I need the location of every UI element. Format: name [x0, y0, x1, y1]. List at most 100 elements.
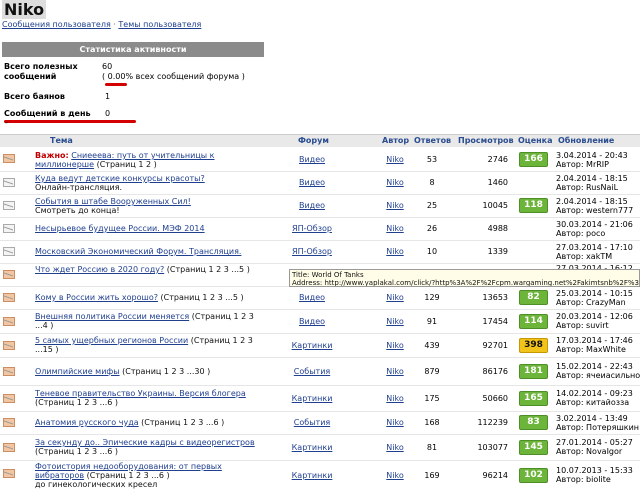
topic-link[interactable]: 5 самых ущербных регионов России [35, 336, 188, 345]
user-messages-link[interactable]: Сообщения пользователя [2, 20, 111, 29]
topic-pages[interactable]: (Страниц 1 2 3 ...6 ) [35, 447, 118, 456]
forum-link[interactable]: Картинки [272, 471, 352, 480]
page-title: Niko [2, 0, 47, 19]
topic-link[interactable]: Московский Экономический Форум. Трансляц… [35, 247, 241, 256]
author-link[interactable]: Niko [378, 471, 412, 480]
author-link[interactable]: Niko [378, 367, 412, 376]
topic-pages[interactable]: (Страниц 1 2 3 ...30 ) [122, 367, 210, 376]
last-update-author[interactable]: Автор: Потеряшкин [556, 423, 640, 432]
last-update: 10.07.2013 - 15:33 Автор: biolite [556, 466, 640, 484]
score-badge[interactable]: 114 [519, 314, 548, 329]
breadcrumb-separator: · [113, 20, 116, 29]
col-answers[interactable]: Ответов [414, 136, 451, 145]
topic-pages[interactable]: (Страниц 1 2 3 ...6 ) [35, 398, 118, 407]
score-badge[interactable]: 118 [519, 198, 548, 213]
col-views[interactable]: Просмотров [458, 136, 514, 145]
last-update-date: 14.02.2014 - 09:23 [556, 389, 633, 398]
last-update: 2.04.2014 - 18:15 Автор: RusNaiL [556, 174, 640, 192]
useful-messages-label: Всего полезных сообщений [4, 62, 78, 81]
col-topic[interactable]: Тема [50, 136, 73, 145]
topic-pages[interactable]: (Страниц 1 2 3 ...6 ) [141, 418, 224, 427]
score-badge[interactable]: 398 [519, 338, 548, 353]
topic-link[interactable]: Внешняя политика России меняется [35, 312, 189, 321]
col-forum[interactable]: Форум [298, 136, 329, 145]
col-score[interactable]: Оценка [518, 136, 553, 145]
topic-link[interactable]: Кому в России жить хорошо? [35, 293, 158, 302]
forum-link[interactable]: Картинки [272, 341, 352, 350]
activity-stats-header: Статистика активности [2, 42, 264, 57]
score-badge[interactable]: 82 [519, 290, 548, 305]
score-badge[interactable]: 181 [519, 364, 548, 379]
author-link[interactable]: Niko [378, 341, 412, 350]
last-update-date: 25.03.2014 - 10:15 [556, 289, 633, 298]
score-badge[interactable]: 102 [519, 468, 548, 483]
last-update-author[interactable]: Автор: MrRIP [556, 160, 640, 169]
percent-underline [105, 83, 127, 86]
envelope-icon [3, 293, 15, 302]
score-badge[interactable]: 145 [519, 440, 548, 455]
topic-link[interactable]: Олимпийские мифы [35, 367, 120, 376]
user-topics-link[interactable]: Темы пользователя [118, 20, 201, 29]
score-badge[interactable]: 165 [519, 391, 548, 406]
last-update-author[interactable]: Автор: western777 [556, 206, 640, 215]
topic-link[interactable]: Теневое правительство Украины. Версия бл… [35, 389, 246, 398]
last-update: 14.02.2014 - 09:23 Автор: китайозза [556, 389, 640, 407]
last-update-author[interactable]: Автор: NovaIgor [556, 447, 640, 456]
forum-link[interactable]: Картинки [272, 394, 352, 403]
breadcrumb: Сообщения пользователя · Темы пользовате… [2, 20, 201, 29]
last-update: 15.02.2014 - 22:43 Автор: ячеиасильнолпа… [556, 362, 640, 380]
topic-pages[interactable]: (Страниц 1 2 3 ...5 ) [161, 293, 244, 302]
last-update-author[interactable]: Автор: ячеиасильнолпакала [556, 371, 640, 380]
topic-pages[interactable]: (Страниц 1 2 3 ...6 ) [87, 471, 170, 480]
stats-dash: - [5, 118, 8, 127]
score-badge[interactable]: 83 [519, 415, 548, 430]
col-author[interactable]: Автор [382, 136, 409, 145]
topic-link[interactable]: События в штабе Вооруженных Сил! [35, 197, 191, 206]
per-day-value: 0 [105, 109, 111, 118]
forum-link[interactable]: События [272, 418, 352, 427]
forum-link[interactable]: Видео [272, 317, 352, 326]
author-link[interactable]: Niko [378, 201, 412, 210]
forum-link[interactable]: Видео [272, 178, 352, 187]
last-update-author[interactable]: Автор: xakTM [556, 252, 640, 261]
forum-link[interactable]: События [272, 367, 352, 376]
author-link[interactable]: Niko [378, 394, 412, 403]
answers-count: 169 [424, 471, 440, 480]
author-link[interactable]: Niko [378, 155, 412, 164]
last-update-author[interactable]: Автор: китайозза [556, 398, 640, 407]
topic-pages[interactable]: (Страниц 1 2 3 ...5 ) [167, 265, 250, 274]
author-link[interactable]: Niko [378, 317, 412, 326]
last-update-author[interactable]: Автор: MaxWhite [556, 345, 640, 354]
topic-link[interactable]: Анатомия русского чуда [35, 418, 139, 427]
forum-link[interactable]: ЯП-Обзор [272, 247, 352, 256]
author-link[interactable]: Niko [378, 247, 412, 256]
author-link[interactable]: Niko [378, 418, 412, 427]
forum-link[interactable]: Картинки [272, 443, 352, 452]
last-update-author[interactable]: Автор: biolite [556, 475, 640, 484]
last-update-date: 17.03.2014 - 17:46 [556, 336, 633, 345]
forum-link[interactable]: Видео [272, 293, 352, 302]
author-link[interactable]: Niko [378, 178, 412, 187]
topic-link[interactable]: За секунду до.. Эпические кадры с видеор… [35, 438, 255, 447]
link-tooltip: Title: World Of Tanks Address: http://ww… [289, 269, 640, 287]
topic-pages[interactable]: (Страниц 1 2 ) [97, 160, 157, 169]
score-badge[interactable]: 166 [519, 152, 548, 167]
last-update-author[interactable]: Автор: RusNaiL [556, 183, 640, 192]
topic-link[interactable]: Несырьевое будущее России. МЭФ 2014 [35, 224, 205, 233]
forum-link[interactable]: Видео [272, 201, 352, 210]
forum-link[interactable]: Видео [272, 155, 352, 164]
topic-row: За секунду до.. Эпические кадры с видеор… [0, 435, 640, 461]
topic-link[interactable]: Что ждет Россию в 2020 году? [35, 265, 164, 274]
envelope-icon [3, 154, 15, 163]
author-link[interactable]: Niko [378, 293, 412, 302]
envelope-icon [3, 224, 15, 233]
forum-link[interactable]: ЯП-Обзор [272, 224, 352, 233]
last-update-author[interactable]: Автор: poco [556, 229, 640, 238]
topic-link[interactable]: Куда ведут детские конкурсы красоты? [35, 174, 205, 183]
author-link[interactable]: Niko [378, 224, 412, 233]
col-update[interactable]: Обновление [558, 136, 614, 145]
author-link[interactable]: Niko [378, 443, 412, 452]
last-update-author[interactable]: Автор: suvirt [556, 321, 640, 330]
answers-count: 25 [426, 201, 438, 210]
last-update-author[interactable]: Автор: CrazyMan [556, 298, 640, 307]
